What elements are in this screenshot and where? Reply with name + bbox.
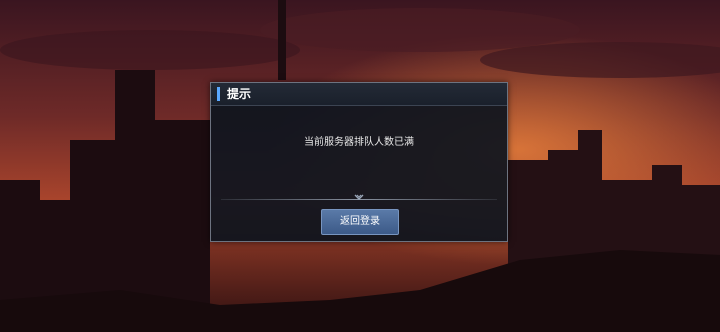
return-login-button[interactable]: 返回登录	[321, 209, 399, 235]
chevron-down-icon	[354, 194, 364, 200]
dialog-header: 提示	[211, 83, 507, 106]
dialog-message: 当前服务器排队人数已满	[304, 137, 414, 148]
notice-dialog: 提示 当前服务器排队人数已满 返回登录	[210, 82, 508, 242]
header-accent-bar	[217, 87, 220, 101]
dialog-title: 提示	[227, 87, 252, 101]
